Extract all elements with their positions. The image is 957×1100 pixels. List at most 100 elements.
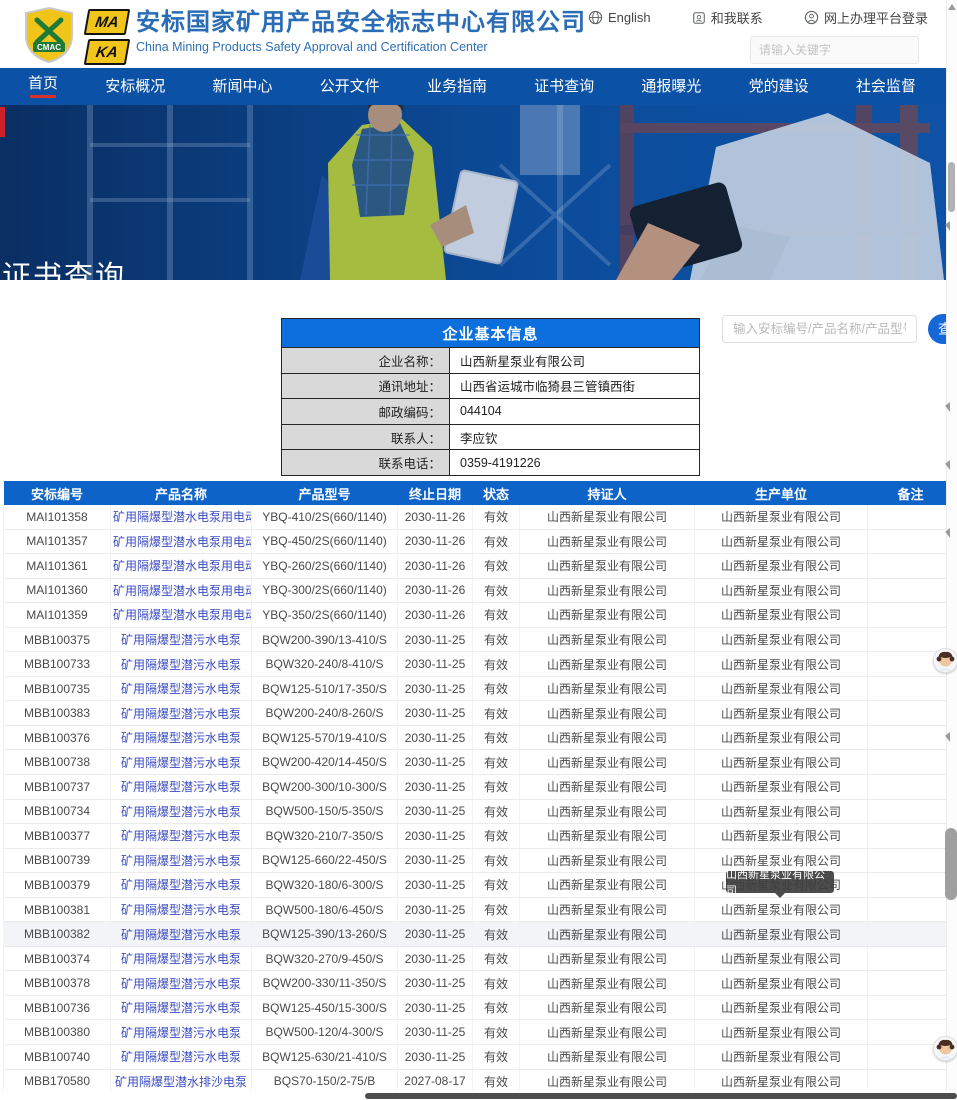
product-link[interactable]: 矿用隔爆型潜污水电泵: [121, 731, 241, 745]
nav-item-9[interactable]: 社会监督: [856, 78, 916, 95]
cell-status: 有效: [473, 922, 520, 947]
customer-service-avatar[interactable]: [933, 1036, 957, 1061]
product-link[interactable]: 矿用隔爆型潜污水电泵: [121, 682, 241, 696]
cell-holder: 山西新星泵业有限公司: [520, 725, 695, 750]
table-row: MBB100383矿用隔爆型潜污水电泵BQW200-240/8-260/S203…: [4, 701, 954, 726]
product-link[interactable]: 矿用隔爆型潜水电泵用电动机: [113, 535, 252, 549]
nav-item-6[interactable]: 证书查询: [534, 78, 594, 95]
product-link[interactable]: 矿用隔爆型潜污水电泵: [121, 952, 241, 966]
cell-product: 矿用隔爆型潜水电泵用电动机: [111, 529, 252, 554]
product-link[interactable]: 矿用隔爆型潜水排沙电泵: [115, 1075, 247, 1089]
cell-producer: 山西新星泵业有限公司: [695, 529, 868, 554]
table-row: MBB100375矿用隔爆型潜污水电泵BQW200-390/13-410/S20…: [4, 627, 954, 652]
cell-code: MBB100375: [4, 627, 111, 652]
page-title: 证书查询: [2, 253, 126, 280]
nav-item-8[interactable]: 党的建设: [749, 78, 809, 95]
cell-expiry: 2030-11-25: [398, 922, 473, 947]
nav-item-label: 通报曝光: [641, 78, 701, 95]
product-link[interactable]: 矿用隔爆型潜污水电泵: [121, 633, 241, 647]
info-label: 联系人：: [282, 425, 450, 450]
cell-remark: [868, 1069, 954, 1094]
cell-code: MBB100733: [4, 652, 111, 677]
cell-code: MBB100382: [4, 922, 111, 947]
cell-producer: 山西新星泵业有限公司: [695, 725, 868, 750]
cell-holder: 山西新星泵业有限公司: [520, 1045, 695, 1070]
product-link[interactable]: 矿用隔爆型潜污水电泵: [121, 1050, 241, 1064]
product-link[interactable]: 矿用隔爆型潜水电泵用电动机: [113, 584, 252, 598]
nav-item-5[interactable]: 业务指南: [427, 78, 487, 95]
info-value: 044104: [450, 399, 699, 424]
product-link[interactable]: 矿用隔爆型潜污水电泵: [121, 928, 241, 942]
cell-code: MAI101361: [4, 554, 111, 579]
cell-expiry: 2030-11-25: [398, 652, 473, 677]
product-link[interactable]: 矿用隔爆型潜污水电泵: [121, 707, 241, 721]
contact-link[interactable]: 和我联系: [692, 8, 763, 27]
site-titles: 安标国家矿用产品安全标志中心有限公司 China Mining Products…: [136, 8, 586, 54]
table-row: MBB100738矿用隔爆型潜污水电泵BQW200-420/14-450/S20…: [4, 750, 954, 775]
column-header: 状态: [473, 481, 520, 505]
cell-model: BQW125-630/21-410/S: [252, 1045, 398, 1070]
product-link[interactable]: 矿用隔爆型潜污水电泵: [121, 878, 241, 892]
ma-badge: MA: [84, 9, 131, 35]
cell-producer: 山西新星泵业有限公司: [695, 505, 868, 529]
product-link[interactable]: 矿用隔爆型潜污水电泵: [121, 854, 241, 868]
nav-item-3[interactable]: 新闻中心: [212, 78, 272, 95]
utility-links: English 和我联系 网上办理平台登录: [588, 8, 928, 27]
certificate-query-input[interactable]: [722, 315, 917, 343]
cell-model: BQW125-660/22-450/S: [252, 848, 398, 873]
scrollbar-up-arrow-icon[interactable]: [948, 4, 956, 10]
platform-login-link[interactable]: 网上办理平台登录: [804, 8, 928, 27]
nav-item-7[interactable]: 通报曝光: [641, 78, 701, 95]
table-row: MBB100378矿用隔爆型潜污水电泵BQW200-330/11-350/S20…: [4, 971, 954, 996]
cell-producer: 山西新星泵业有限公司: [695, 554, 868, 579]
product-link[interactable]: 矿用隔爆型潜污水电泵: [121, 977, 241, 991]
product-link[interactable]: 矿用隔爆型潜污水电泵: [121, 903, 241, 917]
floating-widget-handle[interactable]: [945, 828, 957, 900]
product-link[interactable]: 矿用隔爆型潜水电泵用电动机: [113, 559, 252, 573]
cell-status: 有效: [473, 652, 520, 677]
banner: 证书查询: [0, 105, 946, 280]
cell-model: YBQ-300/2S(660/1140): [252, 578, 398, 603]
product-link[interactable]: 矿用隔爆型潜水电泵用电动机: [113, 608, 252, 622]
cell-status: 有效: [473, 775, 520, 800]
nav-item-2[interactable]: 安标概况: [105, 78, 165, 95]
product-link[interactable]: 矿用隔爆型潜水电泵用电动机: [113, 510, 252, 524]
site-title-cn: 安标国家矿用产品安全标志中心有限公司: [136, 8, 586, 38]
product-link[interactable]: 矿用隔爆型潜污水电泵: [121, 829, 241, 843]
cell-producer: 山西新星泵业有限公司: [695, 897, 868, 922]
cell-code: MBB100736: [4, 995, 111, 1020]
cell-holder: 山西新星泵业有限公司: [520, 652, 695, 677]
keyword-search-input[interactable]: [751, 43, 922, 57]
cell-code: MAI101359: [4, 603, 111, 628]
vertical-scrollbar-thumb[interactable]: [948, 162, 955, 212]
globe-icon: [588, 10, 603, 25]
cell-code: MBB100380: [4, 1020, 111, 1045]
cell-product: 矿用隔爆型潜污水电泵: [111, 750, 252, 775]
product-link[interactable]: 矿用隔爆型潜污水电泵: [121, 1001, 241, 1015]
cell-holder: 山西新星泵业有限公司: [520, 995, 695, 1020]
product-link[interactable]: 矿用隔爆型潜污水电泵: [121, 756, 241, 770]
customer-service-avatar[interactable]: [933, 648, 957, 673]
cell-expiry: 2030-11-25: [398, 1020, 473, 1045]
column-header: 终止日期: [398, 481, 473, 505]
nav-item-4[interactable]: 公开文件: [320, 78, 380, 95]
product-link[interactable]: 矿用隔爆型潜污水电泵: [121, 805, 241, 819]
cell-model: BQS70-150/2-75/B: [252, 1069, 398, 1094]
cell-producer: 山西新星泵业有限公司: [695, 799, 868, 824]
product-link[interactable]: 矿用隔爆型潜污水电泵: [121, 1026, 241, 1040]
cell-code: MBB100735: [4, 676, 111, 701]
product-link[interactable]: 矿用隔爆型潜污水电泵: [121, 780, 241, 794]
product-link[interactable]: 矿用隔爆型潜污水电泵: [121, 658, 241, 672]
cell-expiry: 2030-11-25: [398, 676, 473, 701]
cell-remark: [868, 676, 954, 701]
cell-holder: 山西新星泵业有限公司: [520, 554, 695, 579]
cell-code: MBB100383: [4, 701, 111, 726]
cell-producer: 山西新星泵业有限公司: [695, 1020, 868, 1045]
cell-expiry: 2030-11-25: [398, 1045, 473, 1070]
horizontal-scrollbar-thumb[interactable]: [365, 1093, 957, 1099]
table-row: MAI101361矿用隔爆型潜水电泵用电动机YBQ-260/2S(660/114…: [4, 554, 954, 579]
nav-item-1[interactable]: 首页: [28, 75, 58, 98]
cell-holder: 山西新星泵业有限公司: [520, 676, 695, 701]
english-link[interactable]: English: [588, 10, 651, 25]
cell-holder: 山西新星泵业有限公司: [520, 897, 695, 922]
